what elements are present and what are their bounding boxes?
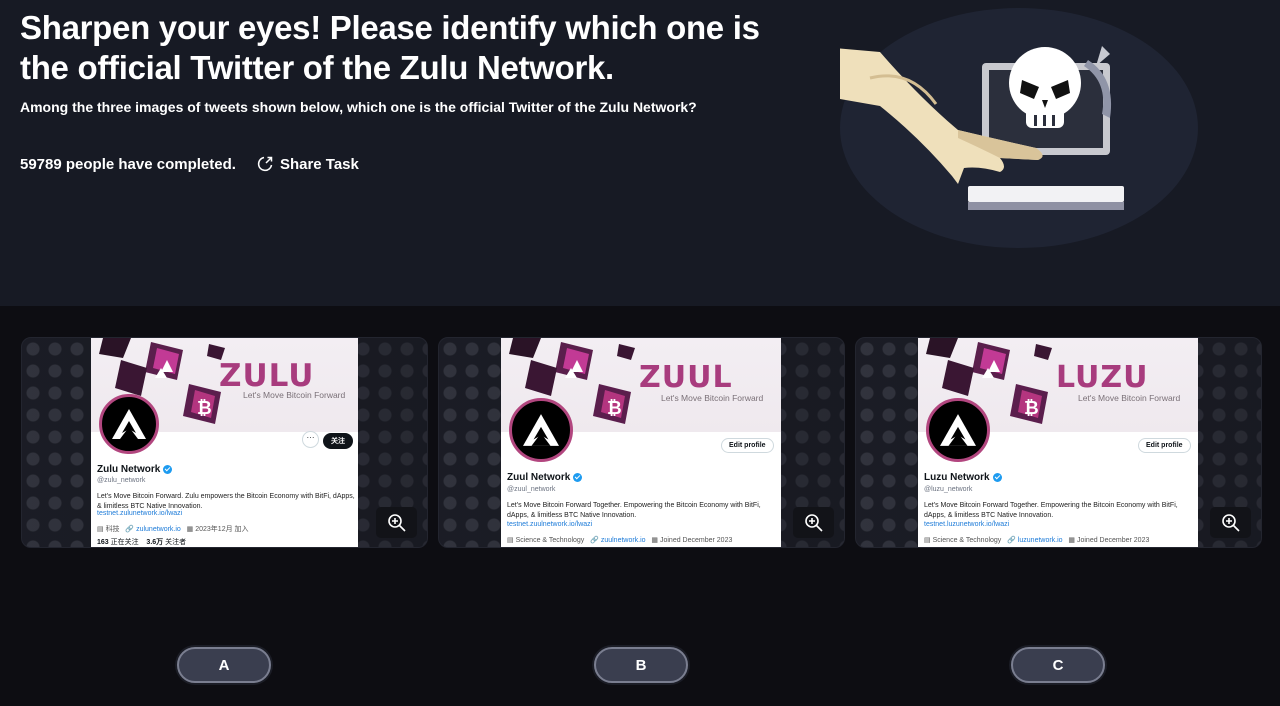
banner-brand-text: ZUUL — [639, 360, 733, 395]
profile-joined: Joined December 2023 — [659, 537, 733, 544]
tweet-options: ₿ ZULU Let's Move Bitcoin Forward ··· 关注… — [0, 337, 1280, 549]
svg-text:₿: ₿ — [1024, 398, 1039, 418]
zoom-in-icon — [1221, 513, 1240, 532]
tweet-card-c[interactable]: ₿ LUZU Let's Move Bitcoin Forward Edit p… — [855, 337, 1262, 548]
zoom-in-icon — [387, 513, 406, 532]
profile-link: testnet.luzunetwork.io/lwazi — [924, 521, 1010, 528]
link-icon: 🔗 — [590, 537, 601, 544]
profile-bio: Let's Move Bitcoin Forward Together. Emp… — [924, 502, 1178, 519]
verified-badge-icon — [163, 465, 173, 474]
profile-screenshot-c: ₿ LUZU Let's Move Bitcoin Forward Edit p… — [918, 338, 1198, 547]
zoom-in-button-c[interactable] — [1210, 507, 1251, 538]
category-icon: ▤ — [507, 537, 516, 544]
zoom-in-icon — [804, 513, 823, 532]
choice-c-button[interactable]: C — [1011, 647, 1105, 683]
profile-site: zuulnetwork.io — [600, 537, 646, 544]
calendar-icon: ▦ — [1068, 537, 1077, 544]
profile-screenshot-a: ₿ ZULU Let's Move Bitcoin Forward ··· 关注… — [91, 338, 358, 547]
zoom-in-button-b[interactable] — [793, 507, 834, 538]
task-subtitle: Among the three images of tweets shown b… — [20, 99, 697, 115]
calendar-icon: ▦ — [651, 537, 660, 544]
choice-b-button[interactable]: B — [594, 647, 688, 683]
banner-brand-text: ZULU — [219, 358, 315, 394]
followers-count: 3.6万 — [146, 539, 164, 546]
profile-link: testnet.zuulnetwork.io/lwazi — [507, 521, 593, 528]
edit-profile-button: Edit profile — [721, 438, 774, 453]
category-icon: ▤ — [924, 537, 933, 544]
profile-category: 科技 — [105, 526, 120, 533]
profile-bio: Let's Move Bitcoin Forward Together. Emp… — [507, 502, 761, 519]
profile-name-text: Zulu Network — [97, 464, 161, 475]
calendar-icon: ▦ — [186, 526, 196, 533]
share-task-button[interactable]: Share Task — [256, 155, 359, 173]
tweet-card-a[interactable]: ₿ ZULU Let's Move Bitcoin Forward ··· 关注… — [21, 337, 428, 548]
profile-site: zulunetwork.io — [136, 526, 181, 533]
verified-badge-icon — [992, 473, 1002, 482]
edit-profile-button: Edit profile — [1138, 438, 1191, 453]
profile-site: luzunetwork.io — [1017, 537, 1063, 544]
profile-name: Zulu Network — [97, 464, 173, 475]
profile-joined: 2023年12月 加入 — [195, 526, 249, 533]
task-stats: 59789 people have completed. Share Task — [20, 155, 359, 173]
profile-bio: Let's Move Bitcoin Forward. Zulu empower… — [97, 493, 355, 510]
follow-stats: 163 正在关注 3.6万 关注者 — [97, 537, 186, 547]
profile-avatar — [99, 394, 159, 454]
followers-label: 关注者 — [165, 539, 187, 546]
completed-count: 59789 people have completed. — [20, 155, 236, 173]
profile-name-text: Zuul Network — [507, 472, 571, 483]
task-title: Sharpen your eyes! Please identify which… — [20, 9, 760, 86]
banner-tagline: Let's Move Bitcoin Forward — [243, 390, 346, 400]
profile-category: Science & Technology — [515, 537, 585, 544]
svg-text:₿: ₿ — [197, 398, 212, 418]
svg-text:₿: ₿ — [607, 398, 622, 418]
hand-on-computer-with-skull-icon — [840, 8, 1198, 248]
verified-badge-icon — [573, 473, 583, 482]
profile-link: testnet.zulunetwork.io/lwazi — [97, 510, 183, 517]
category-icon: ▤ — [97, 526, 106, 533]
banner-brand-text: LUZU — [1056, 360, 1149, 395]
banner-tagline: Let's Move Bitcoin Forward — [661, 393, 764, 403]
link-icon: 🔗 — [125, 526, 137, 533]
share-task-label: Share Task — [279, 155, 359, 173]
link-icon: 🔗 — [1007, 537, 1018, 544]
zulu-logo-icon — [112, 409, 146, 439]
more-options-icon: ··· — [302, 431, 319, 448]
share-icon — [257, 156, 273, 172]
follow-button: 关注 — [323, 433, 353, 449]
profile-meta: ▤ 科技 🔗 zulunetwork.io ▦ 2023年12月 加入 — [97, 524, 249, 534]
profile-handle: @luzu_network — [924, 486, 973, 493]
banner-tagline: Let's Move Bitcoin Forward — [1078, 393, 1181, 403]
profile-avatar — [509, 398, 573, 462]
profile-avatar — [926, 398, 990, 462]
profile-category: Science & Technology — [932, 537, 1002, 544]
zulu-logo-icon — [523, 414, 559, 446]
profile-joined: Joined December 2023 — [1076, 537, 1150, 544]
profile-meta: ▤ Science & Technology 🔗 zuulnetwork.io … — [507, 536, 732, 544]
following-count: 163 — [97, 539, 109, 546]
task-header: Sharpen your eyes! Please identify which… — [0, 0, 1280, 306]
following-label: 正在关注 — [110, 539, 139, 546]
profile-name: Zuul Network — [507, 472, 583, 483]
profile-screenshot-b: ₿ ZUUL Let's Move Bitcoin Forward Edit p… — [501, 338, 781, 547]
tweet-card-b[interactable]: ₿ ZUUL Let's Move Bitcoin Forward Edit p… — [438, 337, 845, 548]
profile-handle: @zulu_network — [97, 477, 146, 484]
profile-name: Luzu Network — [924, 472, 1002, 483]
zoom-in-button-a[interactable] — [376, 507, 417, 538]
profile-handle: @zuul_network — [507, 486, 556, 493]
profile-meta: ▤ Science & Technology 🔗 luzunetwork.io … — [924, 536, 1149, 544]
zulu-logo-icon — [940, 414, 976, 446]
profile-name-text: Luzu Network — [924, 472, 990, 483]
choice-a-button[interactable]: A — [177, 647, 271, 683]
